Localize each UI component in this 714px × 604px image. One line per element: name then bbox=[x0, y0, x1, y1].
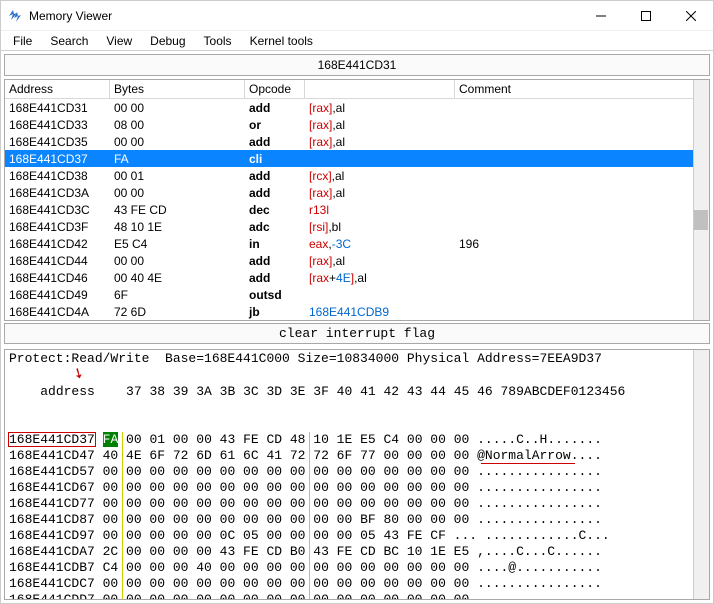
disasm-row[interactable]: 168E441CD3308 00or[rax],al bbox=[5, 116, 709, 133]
hex-header-lead: address bbox=[40, 384, 126, 399]
disasm-row[interactable]: 168E441CD3C43 FE CDdecr13l bbox=[5, 201, 709, 218]
close-button[interactable] bbox=[668, 1, 713, 31]
menu-file[interactable]: File bbox=[5, 32, 40, 50]
maximize-button[interactable] bbox=[623, 1, 668, 31]
titlebar: Memory Viewer bbox=[1, 1, 713, 31]
status-line: clear interrupt flag bbox=[4, 323, 710, 344]
scrollbar-thumb[interactable] bbox=[694, 210, 708, 230]
disasm-row[interactable]: 168E441CD42E5 C4ineax,-3C196 bbox=[5, 235, 709, 252]
hex-row[interactable]: 168E441CD47 40 4E 6F 72 6D 61 6C 41 72 7… bbox=[9, 448, 705, 464]
menu-kernel[interactable]: Kernel tools bbox=[242, 32, 321, 50]
arrow-annotation: ➘ bbox=[70, 365, 86, 384]
disasm-row[interactable]: 168E441CD3F48 10 1Eadc[rsi],bl bbox=[5, 218, 709, 235]
col-operands[interactable] bbox=[305, 80, 455, 98]
minimize-button[interactable] bbox=[578, 1, 623, 31]
hex-row[interactable]: 168E441CD97 00 00 00 00 00 0C 05 00 00 0… bbox=[9, 528, 705, 544]
app-icon bbox=[7, 8, 23, 24]
disasm-row[interactable]: 168E441CD496Foutsd bbox=[5, 286, 709, 303]
menubar: File Search View Debug Tools Kernel tool… bbox=[1, 31, 713, 51]
disasm-row[interactable]: 168E441CD3A00 00add[rax],al bbox=[5, 184, 709, 201]
hex-row[interactable]: 168E441CD77 00 00 00 00 00 00 00 00 00 0… bbox=[9, 496, 705, 512]
hex-panel: Protect:Read/Write Base=168E441C000 Size… bbox=[4, 349, 710, 600]
hex-header-cols: 37 38 39 3A 3B 3C 3D 3E 3F 40 41 42 43 4… bbox=[126, 384, 625, 399]
hex-info: Protect:Read/Write Base=168E441C000 Size… bbox=[5, 350, 709, 368]
col-opcode[interactable]: Opcode bbox=[245, 80, 305, 98]
address-banner[interactable]: 168E441CD31 bbox=[4, 54, 710, 76]
hex-row[interactable]: 168E441CDA7 2C 00 00 00 00 43 FE CD B0 4… bbox=[9, 544, 705, 560]
disasm-row[interactable]: 168E441CD3800 01add[rcx],al bbox=[5, 167, 709, 184]
col-address[interactable]: Address bbox=[5, 80, 110, 98]
disasm-scrollbar[interactable] bbox=[693, 80, 709, 320]
hex-row[interactable]: 168E441CDB7 C4 00 00 00 40 00 00 00 00 0… bbox=[9, 560, 705, 576]
disassembly-header: Address Bytes Opcode Comment bbox=[5, 80, 709, 99]
disasm-row[interactable]: 168E441CD37FAcli bbox=[5, 150, 709, 167]
disasm-row[interactable]: 168E441CD3100 00add[rax],al bbox=[5, 99, 709, 116]
hex-row[interactable]: 168E441CDD7 00 00 00 00 00 00 00 00 00 0… bbox=[9, 592, 705, 600]
col-bytes[interactable]: Bytes bbox=[110, 80, 245, 98]
window-title: Memory Viewer bbox=[29, 9, 578, 23]
menu-debug[interactable]: Debug bbox=[142, 32, 193, 50]
hex-row[interactable]: 168E441CD67 00 00 00 00 00 00 00 00 00 0… bbox=[9, 480, 705, 496]
hex-body[interactable]: 168E441CD37 FA 00 01 00 00 43 FE CD 48 1… bbox=[5, 432, 709, 600]
hex-header: address 37 38 39 3A 3B 3C 3D 3E 3F 40 41… bbox=[5, 368, 709, 432]
col-comment[interactable]: Comment bbox=[455, 80, 709, 98]
disasm-row[interactable]: 168E441CD4400 00add[rax],al bbox=[5, 252, 709, 269]
menu-view[interactable]: View bbox=[98, 32, 140, 50]
hex-scrollbar[interactable] bbox=[693, 350, 709, 599]
disasm-row[interactable]: 168E441CD3500 00add[rax],al bbox=[5, 133, 709, 150]
disasm-row[interactable]: 168E441CD4A72 6Djb168E441CDB9 bbox=[5, 303, 709, 320]
menu-search[interactable]: Search bbox=[42, 32, 96, 50]
disasm-row[interactable]: 168E441CD4600 40 4Eadd[rax+4E],al bbox=[5, 269, 709, 286]
hex-row[interactable]: 168E441CDC7 00 00 00 00 00 00 00 00 00 0… bbox=[9, 576, 705, 592]
hex-row[interactable]: 168E441CD57 00 00 00 00 00 00 00 00 00 0… bbox=[9, 464, 705, 480]
disassembly-panel: Address Bytes Opcode Comment 168E441CD31… bbox=[4, 79, 710, 321]
disassembly-body[interactable]: 168E441CD3100 00add[rax],al168E441CD3308… bbox=[5, 99, 709, 320]
hex-row[interactable]: 168E441CD37 FA 00 01 00 00 43 FE CD 48 1… bbox=[9, 432, 705, 448]
menu-tools[interactable]: Tools bbox=[196, 32, 240, 50]
hex-row[interactable]: 168E441CD87 00 00 00 00 00 00 00 00 00 0… bbox=[9, 512, 705, 528]
